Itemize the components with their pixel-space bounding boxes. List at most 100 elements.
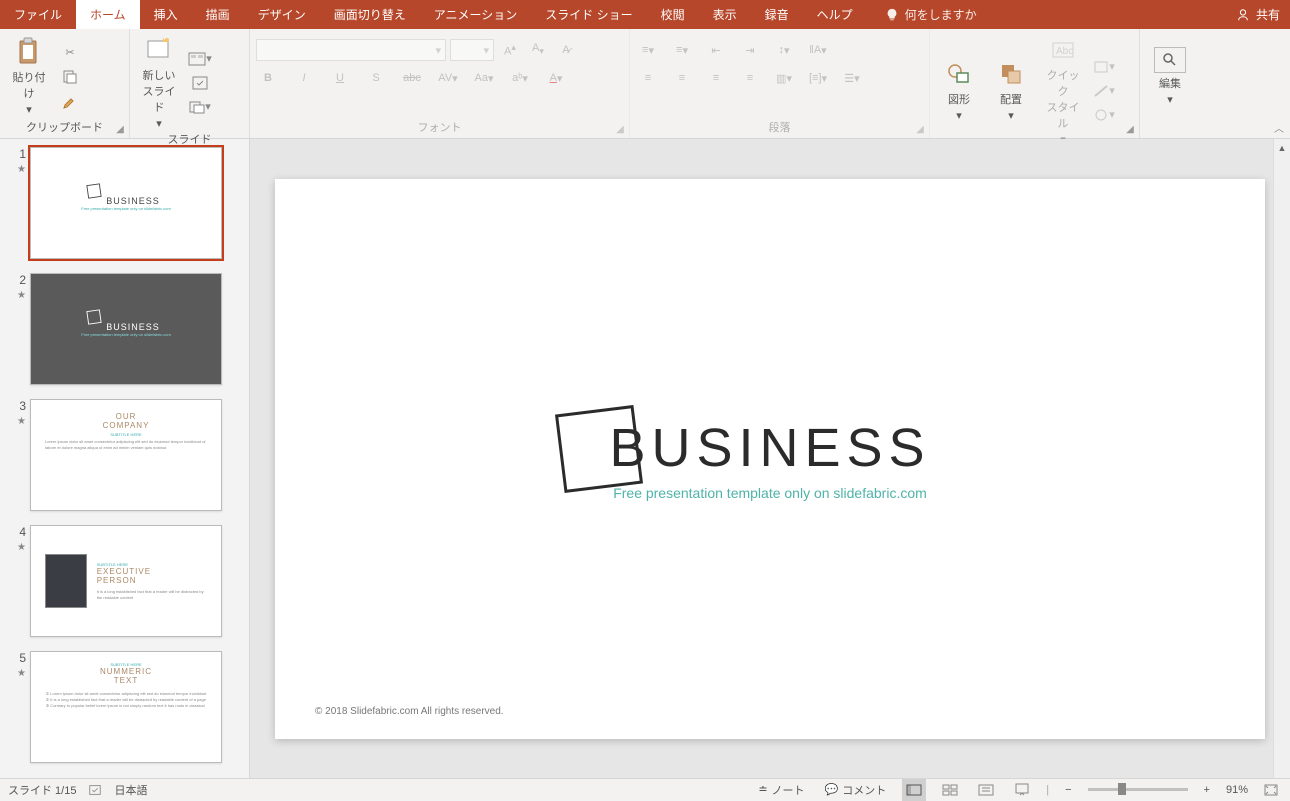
tab-draw[interactable]: 描画	[192, 0, 244, 29]
tab-help[interactable]: ヘルプ	[803, 0, 867, 29]
bold-button[interactable]: B	[256, 67, 280, 89]
slide-counter[interactable]: スライド 1/15	[8, 782, 76, 798]
paste-button[interactable]: 貼り付け ▾	[6, 35, 52, 118]
share-button[interactable]: 共有	[1236, 6, 1280, 23]
increase-indent-button[interactable]: ⇥	[738, 39, 762, 61]
decrease-indent-button[interactable]: ⇤	[704, 39, 728, 61]
tab-insert[interactable]: 挿入	[140, 0, 192, 29]
align-text-button[interactable]: [≡]▾	[806, 67, 830, 89]
layout-icon	[188, 52, 206, 66]
format-painter-button[interactable]	[58, 90, 82, 112]
justify-button[interactable]: ≡	[738, 67, 762, 89]
sorter-view-button[interactable]	[938, 779, 962, 801]
quick-styles-button[interactable]: Abc クイック スタイル ▾	[1040, 33, 1086, 148]
strike-button[interactable]: abc	[400, 67, 424, 89]
align-left-button[interactable]: ≡	[636, 67, 660, 89]
tab-recording[interactable]: 録音	[751, 0, 803, 29]
layout-button[interactable]: ▾	[188, 48, 212, 70]
section-button[interactable]: ▾	[188, 96, 212, 118]
shadow-button[interactable]: S	[364, 67, 388, 89]
new-slide-icon	[144, 35, 174, 65]
underline-button[interactable]: U	[328, 67, 352, 89]
zoom-thumb[interactable]	[1118, 783, 1126, 795]
tab-home[interactable]: ホーム	[76, 0, 140, 29]
tab-file[interactable]: ファイル	[0, 0, 76, 29]
font-size-combo[interactable]: ▾	[450, 39, 494, 61]
columns-button[interactable]: ▥▾	[772, 67, 796, 89]
new-slide-button[interactable]: 新しい スライド ▾	[136, 33, 182, 132]
slideshow-view-button[interactable]	[1010, 779, 1034, 801]
font-family-combo[interactable]: ▾	[256, 39, 446, 61]
notes-button[interactable]: ≐ノート	[754, 779, 808, 801]
reading-view-button[interactable]	[974, 779, 998, 801]
font-launcher[interactable]: ◢	[613, 122, 627, 136]
shape-fill-button[interactable]: ▾	[1092, 56, 1116, 78]
text-direction-button[interactable]: ‖A▾	[806, 39, 830, 61]
tab-review[interactable]: 校閲	[647, 0, 699, 29]
italic-button[interactable]: I	[292, 67, 316, 89]
normal-view-button[interactable]	[902, 779, 926, 801]
shapes-button[interactable]: 図形 ▾	[936, 57, 982, 124]
drawing-launcher[interactable]: ◢	[1123, 122, 1137, 136]
group-drawing: 図形 ▾ 配置 ▾ Abc クイック スタイル ▾ ▾ ▾ ▾ 図形描画 ◢	[930, 29, 1140, 138]
tab-view[interactable]: 表示	[699, 0, 751, 29]
comments-button[interactable]: 💬コメント	[821, 779, 891, 801]
bold-icon: B	[264, 72, 272, 84]
tell-me-search[interactable]: 何をしますか	[871, 0, 991, 29]
slide-thumbnail-pane[interactable]: 1★ BUSINESS Free presentation template o…	[0, 139, 250, 778]
paragraph-launcher[interactable]: ◢	[913, 122, 927, 136]
tab-transitions[interactable]: 画面切り替え	[320, 0, 420, 29]
increase-font-button[interactable]: A▴	[498, 39, 522, 61]
highlight-button[interactable]: aᵇ▾	[508, 67, 532, 89]
zoom-in-button[interactable]: +	[1200, 779, 1214, 801]
decrease-font-button[interactable]: A▾	[526, 39, 550, 61]
shadow-icon: S	[372, 72, 379, 84]
slideshow-icon	[1014, 783, 1030, 797]
indent-icon: ⇥	[745, 44, 754, 57]
change-case-button[interactable]: Aa▾	[472, 67, 496, 89]
vertical-scrollbar[interactable]: ▲	[1273, 139, 1290, 778]
slide-thumbnail-2[interactable]: BUSINESS Free presentation template only…	[30, 273, 222, 385]
scissors-icon: ✂	[65, 46, 74, 59]
line-spacing-icon: ↕	[778, 44, 784, 56]
font-color-button[interactable]: A▾	[544, 67, 568, 89]
editing-button[interactable]: 編集 ▾	[1150, 45, 1190, 108]
tab-slideshow[interactable]: スライド ショー	[531, 0, 646, 29]
copy-button[interactable]	[58, 66, 82, 88]
spellcheck-icon[interactable]	[88, 783, 102, 797]
arrange-button[interactable]: 配置 ▾	[988, 57, 1034, 124]
spacing-icon: AV	[438, 72, 452, 84]
tab-design[interactable]: デザイン	[244, 0, 320, 29]
slide-footer: © 2018 Slidefabric.com All rights reserv…	[315, 706, 504, 717]
language-indicator[interactable]: 日本語	[114, 782, 147, 798]
zoom-out-button[interactable]: −	[1061, 779, 1075, 801]
slide-thumbnail-3[interactable]: OUR COMPANY SUBTITLE HERE Lorem ipsum do…	[30, 399, 222, 511]
tell-me-label: 何をしますか	[905, 6, 977, 23]
smartart-button[interactable]: ☰▾	[840, 67, 864, 89]
char-spacing-button[interactable]: AV▾	[436, 67, 460, 89]
align-right-button[interactable]: ≡	[704, 67, 728, 89]
reset-button[interactable]	[188, 72, 212, 94]
slide-thumbnail-5[interactable]: SUBTITLE HERE NUMMERIC TEXT ① Lorem ipsu…	[30, 651, 222, 763]
scroll-up-button[interactable]: ▲	[1274, 139, 1290, 156]
align-center-button[interactable]: ≡	[670, 67, 694, 89]
slide-canvas[interactable]: BUSINESS Free presentation template only…	[250, 139, 1290, 778]
numbering-button[interactable]: ≡▾	[670, 39, 694, 61]
fit-to-window-button[interactable]	[1260, 779, 1282, 801]
shape-outline-button[interactable]: ▾	[1092, 80, 1116, 102]
normal-view-icon	[906, 784, 922, 796]
line-spacing-button[interactable]: ↕▾	[772, 39, 796, 61]
zoom-level[interactable]: 91%	[1226, 784, 1248, 796]
shape-effects-button[interactable]: ▾	[1092, 104, 1116, 126]
slide-thumbnail-1[interactable]: BUSINESS Free presentation template only…	[30, 147, 222, 259]
collapse-ribbon-button[interactable]: ︿	[1274, 120, 1284, 135]
tab-animations[interactable]: アニメーション	[420, 0, 532, 29]
bullets-button[interactable]: ≡▾	[636, 39, 660, 61]
clear-format-button[interactable]: A̷	[554, 39, 578, 61]
cut-button[interactable]: ✂	[58, 42, 82, 64]
slide-thumbnail-4[interactable]: SUBTITLE HERE EXECUTIVE PERSON It is a l…	[30, 525, 222, 637]
thumb-number: 1	[19, 147, 26, 161]
current-slide[interactable]: BUSINESS Free presentation template only…	[275, 179, 1265, 739]
zoom-slider[interactable]	[1088, 788, 1188, 791]
clipboard-launcher[interactable]: ◢	[113, 122, 127, 136]
